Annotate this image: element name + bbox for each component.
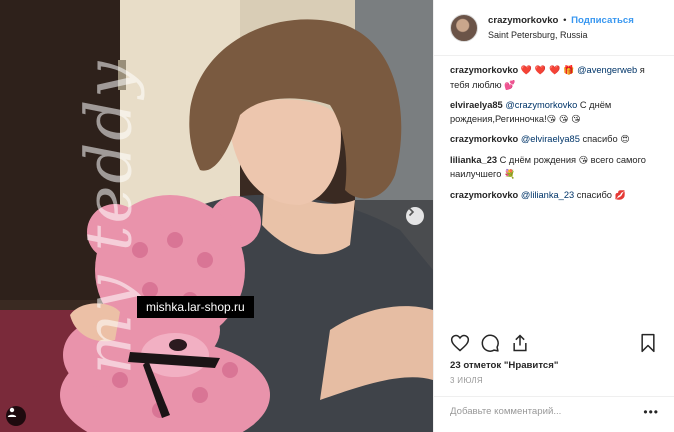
comment-item: elviraelya85 @crazymorkovko С днём рожде… xyxy=(450,99,660,127)
share-icon xyxy=(513,334,527,352)
comment-text: С днём рождения xyxy=(497,154,579,165)
comment-username[interactable]: elviraelya85 xyxy=(450,100,503,110)
person-tag-icon xyxy=(7,407,17,417)
bookmark-icon xyxy=(641,333,655,353)
comment-item: lilianka_23 С днём рождения 😘 всего само… xyxy=(450,154,660,183)
follow-button[interactable]: Подписаться xyxy=(571,15,634,26)
comment-mention[interactable]: @avengerweb xyxy=(577,65,637,75)
post-sidebar: crazymorkovko • Подписаться Saint Peters… xyxy=(433,0,674,432)
comment-text: спасибо xyxy=(579,134,621,144)
comment-emoji: 💋 xyxy=(614,190,626,201)
header-info: crazymorkovko • Подписаться Saint Peters… xyxy=(488,14,634,42)
post-date[interactable]: 3 ИЮЛЯ xyxy=(450,376,483,385)
save-button[interactable] xyxy=(638,333,658,358)
comment-username[interactable]: crazymorkovko xyxy=(450,190,518,200)
comment-emoji: 😘 😘 😘 xyxy=(546,114,581,125)
comment-button[interactable] xyxy=(480,333,500,358)
avatar[interactable] xyxy=(450,13,478,42)
header-separator: • xyxy=(563,14,567,26)
comment-item: crazymorkovko ❤️ ❤️ ❤️ 🎁 @avengerweb я т… xyxy=(450,64,660,93)
add-comment-field[interactable]: Добавьте комментарий... ••• xyxy=(434,396,674,426)
comment-username[interactable]: lilianka_23 xyxy=(450,155,497,165)
comment-mention[interactable]: @lilianka_23 xyxy=(521,190,574,200)
comment-emoji: 💕 xyxy=(504,80,516,91)
like-button[interactable] xyxy=(450,333,470,358)
comment-emoji: ❤️ ❤️ ❤️ 🎁 xyxy=(520,66,578,76)
comment-mention[interactable]: @crazymorkovko xyxy=(505,100,577,110)
comment-item: crazymorkovko @elviraelya85 спасибо 😍 xyxy=(450,133,660,148)
post-photo[interactable]: my teddy mishka.lar-shop.ru xyxy=(0,0,433,432)
more-options-button[interactable]: ••• xyxy=(643,405,659,419)
comment-username[interactable]: crazymorkovko xyxy=(450,65,518,75)
comment-mention[interactable]: @elviraelya85 xyxy=(521,134,580,144)
author-username[interactable]: crazymorkovko xyxy=(488,15,558,26)
location-link[interactable]: Saint Petersburg, Russia xyxy=(488,28,634,42)
share-button[interactable] xyxy=(510,333,530,358)
likes-count[interactable]: 23 отметок "Нравится" xyxy=(450,360,558,371)
comment-emoji: 😘 xyxy=(578,155,589,166)
chevron-right-icon xyxy=(408,207,415,217)
comment-item: crazymorkovko @lilianka_23 спасибо 💋 xyxy=(450,189,660,204)
add-comment-placeholder: Добавьте комментарий... xyxy=(450,406,562,417)
post-actions xyxy=(450,333,660,357)
tagged-people-button[interactable] xyxy=(6,406,26,426)
comment-username[interactable]: crazymorkovko xyxy=(450,134,518,144)
comment-icon xyxy=(481,334,499,352)
comment-emoji: 😍 xyxy=(620,135,630,145)
next-photo-button[interactable] xyxy=(406,207,424,225)
watermark-script-text: my teddy xyxy=(72,59,147,375)
comment-emoji: 💐 xyxy=(503,170,516,180)
comment-text: спасибо xyxy=(574,189,615,200)
watermark-label: mishka.lar-shop.ru xyxy=(137,296,254,318)
post-header: crazymorkovko • Подписаться Saint Peters… xyxy=(434,0,674,56)
photo-image xyxy=(0,0,433,432)
comments-list: crazymorkovko ❤️ ❤️ ❤️ 🎁 @avengerweb я т… xyxy=(434,56,674,321)
heart-icon xyxy=(450,334,470,352)
